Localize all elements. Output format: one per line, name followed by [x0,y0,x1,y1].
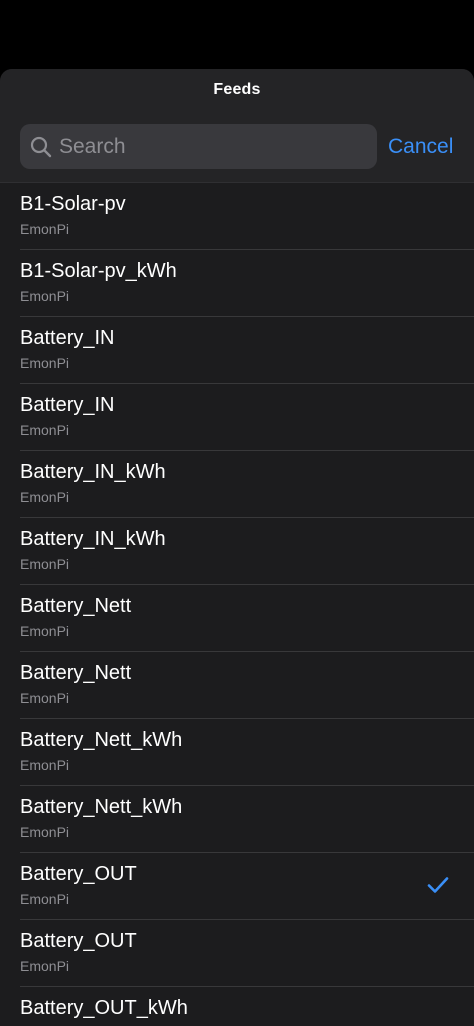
feed-source: EmonPi [20,824,70,840]
feed-list-item[interactable]: Battery_IN_kWh EmonPi [0,451,474,518]
feed-name: Battery_Nett_kWh [20,796,183,818]
feed-name: Battery_OUT [20,930,137,952]
feed-name: Battery_IN_kWh [20,461,166,483]
feed-list-item[interactable]: Battery_Nett_kWh EmonPi [0,719,474,786]
search-input[interactable] [59,134,339,159]
feed-source: EmonPi [20,891,70,907]
feed-name: Battery_OUT [20,863,137,885]
feed-source: EmonPi [20,757,70,773]
feed-list-item[interactable]: Battery_IN_kWh EmonPi [0,518,474,585]
feed-list-item[interactable]: Battery_Nett EmonPi [0,652,474,719]
sheet-header: Feeds Cancel [0,69,474,183]
feeds-sheet: Feeds Cancel B1-Solar-pvEmonPiB1-Solar-p… [0,69,474,1026]
search-bar: Cancel [20,124,474,169]
cancel-button[interactable]: Cancel [388,135,453,159]
feed-list-item[interactable]: Battery_IN EmonPi [0,317,474,384]
search-icon [30,136,52,158]
checkmark-icon [427,877,449,893]
feed-source: EmonPi [20,288,70,304]
feed-list-item[interactable]: Battery_Nett EmonPi [0,585,474,652]
feed-name: Battery_IN_kWh [20,528,166,550]
feed-name: Battery_Nett [20,662,132,684]
feed-list-item[interactable]: B1-Solar-pv EmonPi [0,183,474,250]
search-field[interactable] [20,124,377,169]
feed-source: EmonPi [20,623,70,639]
feed-name: Battery_OUT_kWh [20,997,188,1019]
sheet-title: Feeds [213,81,261,98]
feed-name: Battery_IN [20,394,115,416]
feed-name: Battery_Nett_kWh [20,729,183,751]
feed-list-item[interactable]: Battery_Nett_kWh EmonPi [0,786,474,853]
feed-source: EmonPi [20,422,70,438]
feed-source: EmonPi [20,489,70,505]
feed-list-item[interactable]: Battery_OUT EmonPi [0,853,474,920]
feed-list: B1-Solar-pv EmonPi B1-Solar-pv_kWh EmonPi Ba… [0,183,474,1026]
feed-source: EmonPi [20,690,70,706]
feed-list-item[interactable]: Battery_OUT EmonPi [0,920,474,987]
feed-list-item[interactable]: Battery_IN EmonPi [0,384,474,451]
feed-source: EmonPi [20,355,70,371]
feed-source: EmonPi [20,221,70,237]
feed-list-item[interactable]: Battery_OUT_kWhEmonPi [0,987,474,1026]
feed-name: Battery_Nett [20,595,132,617]
feed-name: Battery_IN [20,327,115,349]
feed-source: EmonPi [20,958,70,974]
feed-list-item[interactable]: B1-Solar-pv_kWh EmonPi [0,250,474,317]
feed-name: B1-Solar-pv_kWh [20,260,177,282]
feed-source: EmonPi [20,556,70,572]
feed-name: B1-Solar-pv [20,193,126,215]
